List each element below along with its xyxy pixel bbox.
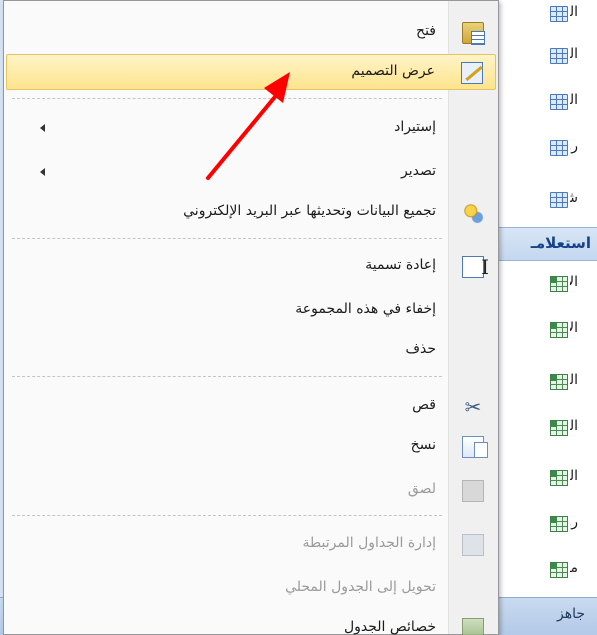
status-text: جاهز (556, 606, 585, 622)
nav-query-item[interactable]: المـ (491, 408, 597, 448)
linked-table-manager-icon (462, 534, 484, 556)
menu-item-label: تحويل إلى الجدول المحلي (285, 579, 436, 595)
nav-query-item[interactable]: الأسـ (491, 264, 597, 304)
menu-item-label: تجميع البيانات وتحديثها عبر البريد الإلك… (183, 203, 436, 219)
menu-item-table-properties[interactable]: خصائص الجدول (6, 611, 496, 635)
copy-icon (462, 436, 488, 458)
menu-item-collect-data[interactable]: تجميع البيانات وتحديثها عبر البريد الإلك… (6, 195, 496, 231)
query-icon (550, 562, 568, 578)
table-icon (550, 6, 568, 22)
menu-separator (12, 376, 442, 377)
table-icon (550, 140, 568, 156)
nav-item-label: الأسـ (570, 274, 578, 290)
menu-item-label: قص (412, 397, 436, 413)
menu-item-label: إخفاء في هذه المجموعة (295, 301, 436, 317)
menu-item-copy[interactable]: نسخ (6, 429, 496, 465)
table-icon (550, 94, 568, 110)
nav-item-label: المـ (570, 468, 578, 484)
paste-icon (462, 480, 484, 502)
menu-item-label: إدارة الجداول المرتبطة (302, 535, 436, 551)
nav-item-label: الأسـ (570, 320, 578, 336)
nav-query-item[interactable]: المـ (491, 458, 597, 498)
menu-item-label: إستيراد (394, 119, 436, 135)
scissors-icon: ✂ (464, 395, 482, 419)
menu-item-label: نسخ (410, 437, 436, 453)
nav-table-item[interactable]: رواتـ (491, 128, 597, 168)
menu-item-design-view[interactable]: عرض التصميم (6, 54, 496, 90)
menu-item-label: فتح (416, 23, 436, 39)
menu-item-import[interactable]: إستيراد (6, 111, 496, 147)
table-icon (550, 48, 568, 64)
nav-item-label: المـ (570, 418, 578, 434)
nav-group-label: استعلامـ (530, 234, 591, 252)
nav-query-item[interactable]: مرتـ (491, 550, 597, 590)
nav-item-label: مرتـ (570, 560, 578, 576)
submenu-arrow-icon (40, 168, 45, 176)
open-icon (462, 22, 485, 45)
query-icon (550, 470, 568, 486)
table-properties-icon (462, 618, 484, 635)
nav-item-label: شعـ (570, 190, 597, 206)
menu-separator (12, 515, 442, 516)
menu-item-label: إعادة تسمية (365, 257, 436, 273)
menu-item-convert-to-local[interactable]: تحويل إلى الجدول المحلي (6, 571, 496, 607)
menu-item-label: تصدير (400, 163, 436, 179)
query-icon (550, 276, 568, 292)
nav-item-label: رواتـ (570, 138, 578, 154)
menu-separator (12, 98, 442, 99)
menu-item-label: عرض التصميم (351, 63, 435, 79)
context-menu: فتح عرض التصميم إستيراد تصدير تجميع البي… (3, 0, 499, 635)
menu-item-cut[interactable]: ✂ قص (6, 389, 496, 425)
submenu-arrow-icon (40, 124, 45, 132)
collect-data-icon (462, 202, 484, 224)
nav-table-item[interactable]: المـ (491, 82, 597, 122)
menu-item-label: خصائص الجدول (343, 619, 436, 635)
table-icon (550, 192, 568, 208)
menu-item-linked-table-manager[interactable]: إدارة الجداول المرتبطة (6, 527, 496, 563)
nav-item-label: المـ (570, 92, 578, 108)
query-icon (550, 374, 568, 390)
nav-table-item[interactable]: المـ (491, 0, 597, 34)
rename-icon (462, 255, 489, 279)
menu-item-export[interactable]: تصدير (6, 155, 496, 191)
nav-table-item[interactable]: شعـ (491, 180, 597, 220)
menu-item-delete[interactable]: حذف (6, 333, 496, 369)
nav-item-label: المـ (570, 46, 578, 62)
nav-item-label: رواتـ (570, 514, 578, 530)
menu-item-open[interactable]: فتح (6, 15, 496, 51)
nav-query-item[interactable]: رواتـ (491, 504, 597, 544)
design-view-icon (461, 62, 483, 84)
query-icon (550, 322, 568, 338)
menu-item-paste[interactable]: لصق (6, 473, 496, 509)
menu-item-hide-in-group[interactable]: إخفاء في هذه المجموعة (6, 293, 496, 329)
nav-item-label: الكـ (570, 372, 578, 388)
menu-item-rename[interactable]: إعادة تسمية (6, 249, 496, 285)
menu-item-label: حذف (405, 341, 436, 357)
nav-query-item[interactable]: الأسـ (491, 310, 597, 350)
query-icon (550, 420, 568, 436)
nav-table-item[interactable]: المـ (491, 36, 597, 76)
menu-separator (12, 238, 442, 239)
nav-query-item[interactable]: الكـ (491, 362, 597, 402)
menu-item-label: لصق (407, 481, 436, 497)
query-icon (550, 516, 568, 532)
nav-group-header-queries[interactable]: استعلامـ (490, 227, 597, 261)
nav-item-label: المـ (570, 4, 578, 20)
navigation-pane: المـ المـ المـ رواتـ شعـ الأسـ الأسـ الك… (490, 0, 597, 597)
